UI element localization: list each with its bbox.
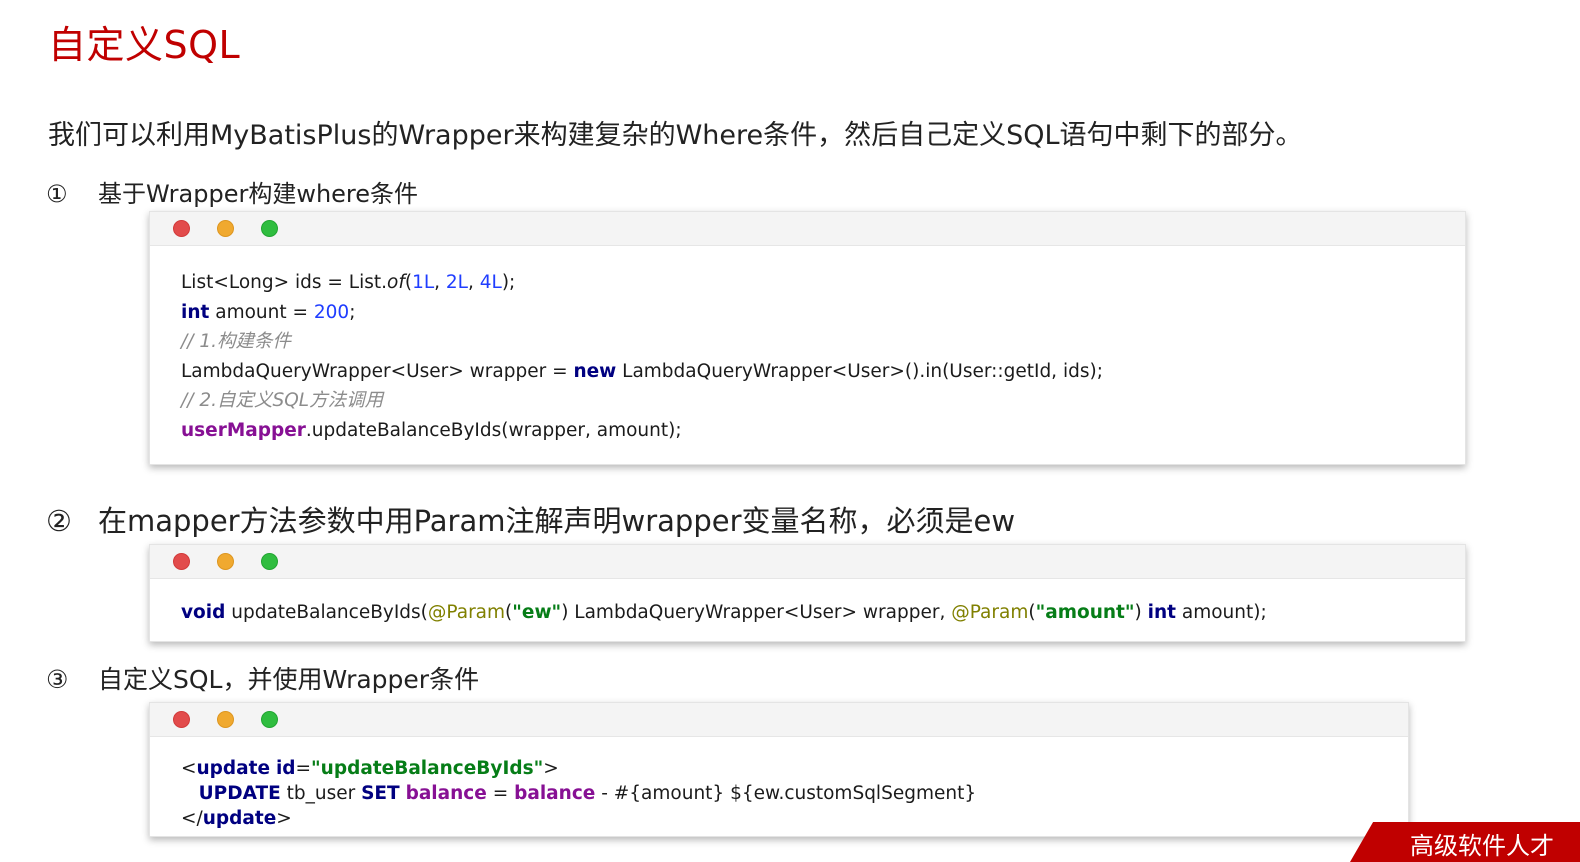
minimize-dot-icon bbox=[217, 220, 234, 237]
code-line: userMapper.updateBalanceByIds(wrapper, a… bbox=[181, 419, 682, 441]
code-comment: // 1.构建条件 bbox=[181, 331, 291, 353]
maximize-dot-icon bbox=[261, 711, 278, 728]
maximize-dot-icon bbox=[261, 220, 278, 237]
step-label: 自定义SQL，并使用Wrapper条件 bbox=[98, 665, 480, 694]
close-dot-icon bbox=[173, 553, 190, 570]
minimize-dot-icon bbox=[217, 553, 234, 570]
code-line: void updateBalanceByIds(@Param("ew") Lam… bbox=[181, 602, 1267, 623]
code-block-xml-sql: <update id="updateBalanceByIds"> UPDATE … bbox=[149, 702, 1409, 837]
step-1-heading: ① 基于Wrapper构建where条件 bbox=[46, 174, 418, 209]
step-label: 在mapper方法参数中用Param注解声明wrapper变量名称，必须是ew bbox=[98, 504, 1016, 538]
step-label: 基于Wrapper构建where条件 bbox=[98, 180, 419, 208]
step-number: ① bbox=[46, 180, 68, 208]
code-block-wrapper-condition: List<Long> ids = List.of(1L, 2L, 4L); in… bbox=[149, 211, 1466, 465]
code-text: List<Long> ids = List.of(1L, 2L, 4L); in… bbox=[181, 268, 1103, 446]
minimize-dot-icon bbox=[217, 711, 234, 728]
code-comment: // 2.自定义SQL方法调用 bbox=[181, 390, 384, 412]
page-title: 自定义SQL bbox=[48, 23, 241, 67]
code-block-mapper-method: void updateBalanceByIds(@Param("ew") Lam… bbox=[149, 544, 1466, 642]
code-window-bar bbox=[150, 703, 1408, 737]
code-line: UPDATE tb_user SET balance = balance - #… bbox=[198, 783, 977, 804]
step-2-heading: ② 在mapper方法参数中用Param注解声明wrapper变量名称，必须是ew bbox=[46, 498, 1015, 540]
maximize-dot-icon bbox=[261, 553, 278, 570]
code-line: int amount = 200; bbox=[181, 301, 356, 323]
code-line: List<Long> ids = List.of(1L, 2L, 4L); bbox=[181, 272, 516, 293]
watermark-text: 高级软件人才 bbox=[1410, 832, 1554, 860]
code-window-bar bbox=[150, 545, 1465, 579]
code-window-bar bbox=[150, 212, 1465, 246]
close-dot-icon bbox=[173, 220, 190, 237]
close-dot-icon bbox=[173, 711, 190, 728]
code-text: <update id="updateBalanceByIds"> UPDATE … bbox=[181, 756, 976, 831]
step-number: ③ bbox=[46, 665, 69, 694]
step-3-heading: ③ 自定义SQL，并使用Wrapper条件 bbox=[46, 660, 479, 696]
code-line: LambdaQueryWrapper<User> wrapper = new L… bbox=[181, 360, 1103, 382]
intro-text: 我们可以利用MyBatisPlus的Wrapper来构建复杂的Where条件，然… bbox=[48, 120, 1303, 151]
code-text: void updateBalanceByIds(@Param("ew") Lam… bbox=[181, 598, 1267, 627]
code-line: <update id="updateBalanceByIds"> bbox=[181, 758, 559, 779]
code-line: </update> bbox=[181, 808, 292, 829]
step-number: ② bbox=[46, 504, 72, 538]
